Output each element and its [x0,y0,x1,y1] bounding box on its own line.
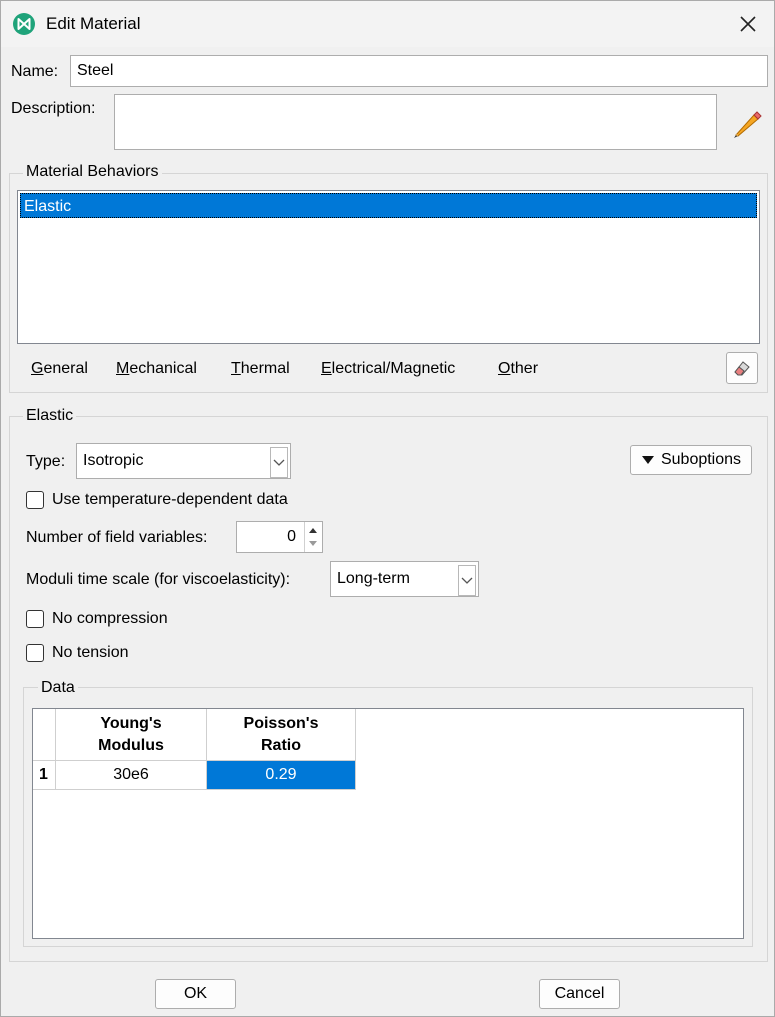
chevron-down-icon [273,459,285,466]
dialog-content: Name: Description: Material Behaviors El… [1,47,774,1016]
menu-mechanical[interactable]: Mechanical [116,360,197,378]
no-compression-label: No compression [52,610,168,627]
name-input[interactable] [70,55,768,87]
menu-other[interactable]: Other [498,360,538,378]
close-icon [740,16,756,32]
moduli-label: Moduli time scale (for viscoelasticity): [26,571,291,588]
description-label: Description: [11,100,96,117]
behavior-item-elastic[interactable]: Elastic [20,193,757,218]
data-table: Young's Modulus Poisson's Ratio 1 30e6 0.2… [32,708,744,939]
type-select[interactable]: Isotropic [76,443,291,479]
description-input[interactable] [114,94,717,150]
row-header[interactable]: 1 [33,761,56,790]
type-dropdown-arrow[interactable] [270,447,288,478]
menu-electrical-magnetic[interactable]: Electrical/Magnetic [321,360,455,378]
menu-thermal[interactable]: Thermal [231,360,290,378]
table-corner [33,709,56,761]
data-title: Data [38,679,78,697]
chevron-down-icon [461,577,473,584]
window-title: Edit Material [46,14,141,33]
no-compression-checkbox[interactable] [26,610,44,628]
column-header-poissons-ratio[interactable]: Poisson's Ratio [207,709,356,761]
menu-general[interactable]: General [31,360,88,378]
triangle-down-icon [641,456,654,464]
suboptions-button[interactable]: Suboptions [630,445,752,475]
behaviors-list[interactable]: Elastic [17,190,760,344]
name-label: Name: [11,63,59,80]
table-cell-poissons-ratio[interactable]: 0.29 [207,761,356,790]
eraser-icon [734,361,750,376]
spin-up-icon[interactable] [308,526,318,534]
cancel-button[interactable]: Cancel [539,979,620,1009]
material-behaviors-title: Material Behaviors [23,163,162,181]
spin-down-icon[interactable] [308,540,318,548]
behaviors-menubar: General Mechanical Thermal Electrical/Ma… [31,360,721,384]
table-cell-youngs-modulus[interactable]: 30e6 [56,761,207,790]
close-button[interactable] [722,1,774,47]
delete-behavior-button[interactable] [726,352,758,384]
moduli-select[interactable]: Long-term [330,561,479,597]
app-icon [13,13,35,35]
field-vars-label: Number of field variables: [26,529,208,546]
no-tension-checkbox[interactable] [26,644,44,662]
spinner-buttons [304,522,322,552]
temp-dependent-label: Use temperature-dependent data [52,491,288,508]
elastic-title: Elastic [23,407,77,425]
field-vars-spinner[interactable]: 0 [236,521,323,553]
edit-pencil-icon[interactable] [728,105,764,141]
ok-button[interactable]: OK [155,979,236,1009]
column-header-youngs-modulus[interactable]: Young's Modulus [56,709,207,761]
moduli-dropdown-arrow[interactable] [458,565,476,596]
temp-dependent-checkbox[interactable] [26,491,44,509]
title-bar: Edit Material [1,1,774,47]
no-tension-label: No tension [52,644,129,661]
type-label: Type: [26,453,66,470]
edit-material-dialog: Edit Material Name: Description: Materia… [0,0,775,1017]
